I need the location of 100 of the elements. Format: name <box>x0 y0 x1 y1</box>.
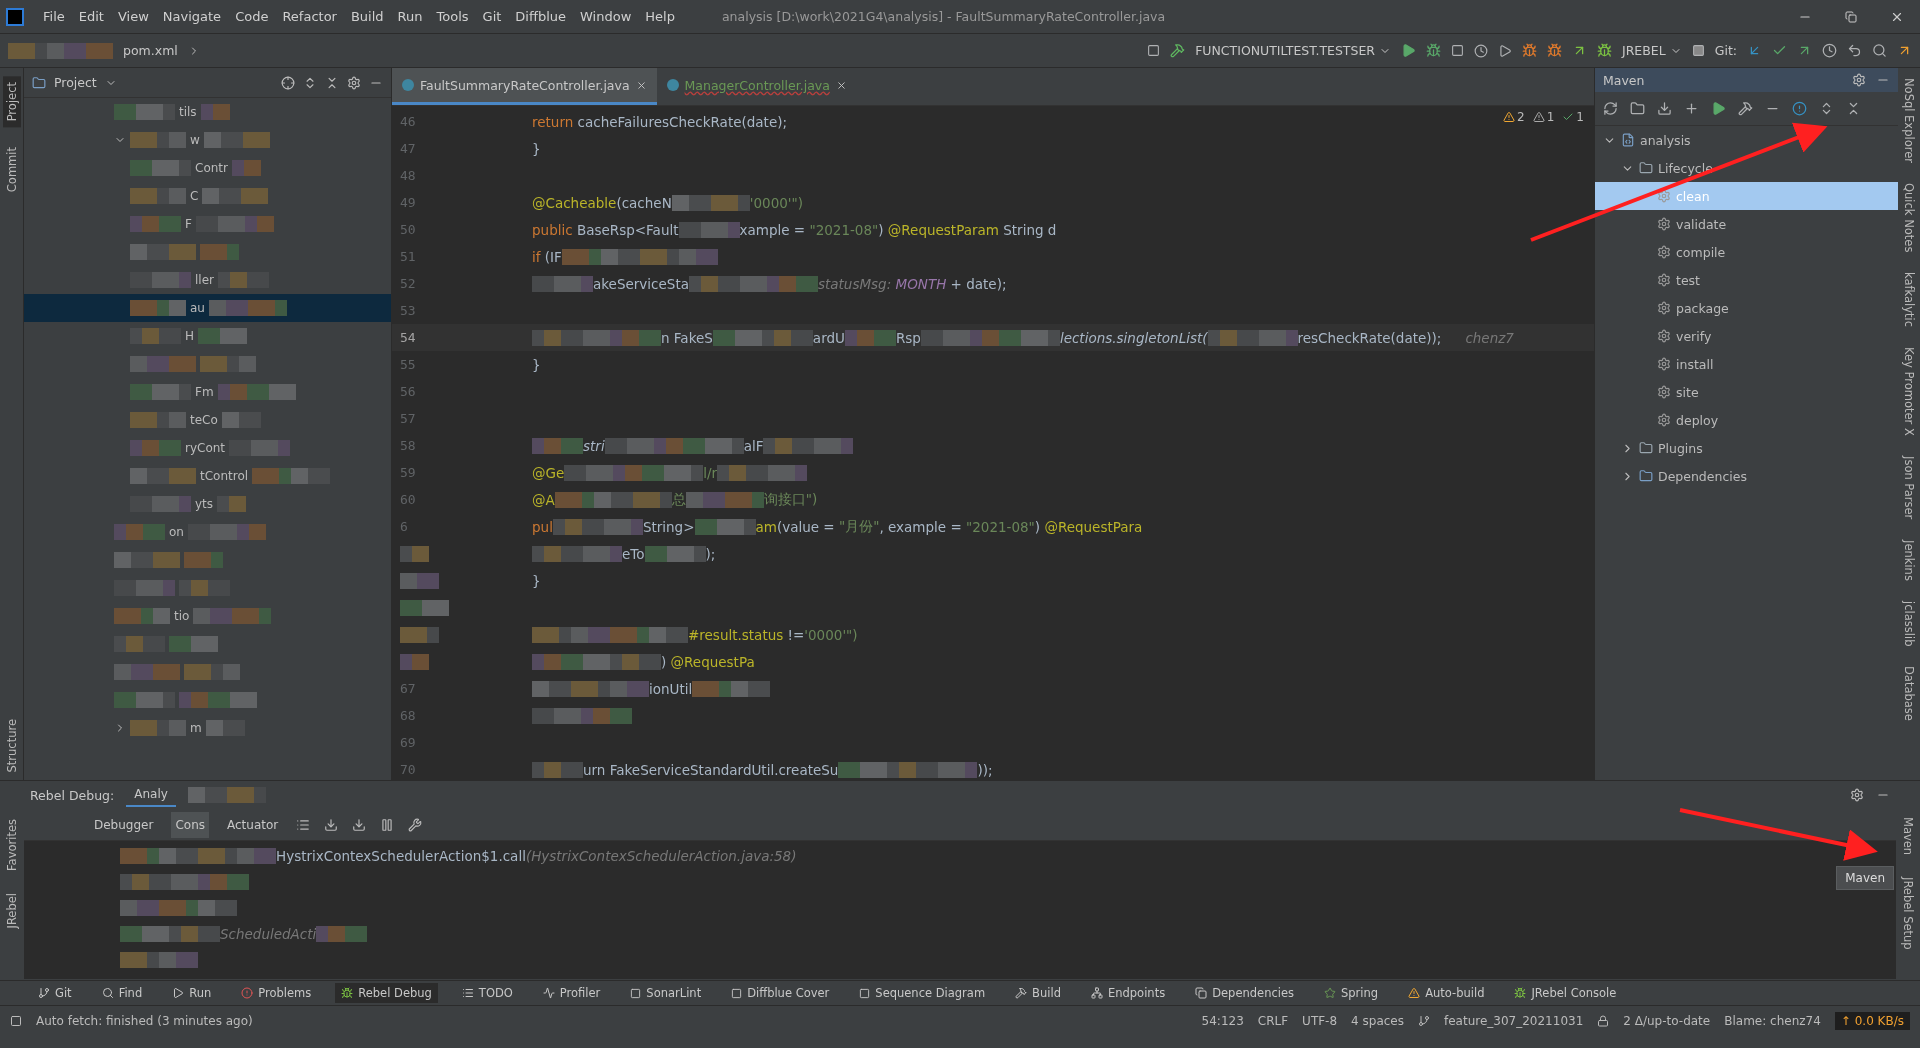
debugger-tab[interactable]: Actuator <box>223 811 283 838</box>
maven-tree-row[interactable]: verify <box>1595 322 1898 350</box>
bug-icon[interactable] <box>1547 43 1562 58</box>
menu-item[interactable]: Git <box>475 9 509 24</box>
folder-icon[interactable] <box>1630 101 1645 116</box>
tool-tab[interactable]: TODO <box>455 983 519 1003</box>
file-encoding[interactable]: UTF-8 <box>1302 1013 1338 1028</box>
settings-icon[interactable] <box>1852 73 1866 87</box>
maven-tree-row[interactable]: test <box>1595 266 1898 294</box>
tree-row[interactable]: au <box>24 294 391 322</box>
weak-warning-count[interactable]: 1 <box>1532 110 1555 124</box>
tree-row[interactable]: tio <box>24 602 391 630</box>
blame-info[interactable]: Blame: chenz74 <box>1724 1013 1821 1028</box>
debug-icon[interactable] <box>1426 43 1441 58</box>
maven-tree-row[interactable]: Plugins <box>1595 434 1898 462</box>
hammer-icon[interactable] <box>1738 101 1753 116</box>
tool-tab[interactable]: Spring <box>1318 983 1385 1003</box>
tool-tab[interactable]: Endpoints <box>1084 983 1172 1003</box>
maven-tree-row[interactable]: compile <box>1595 238 1898 266</box>
tool-window-tab[interactable]: JRebel Setup <box>1899 873 1917 954</box>
ok-count[interactable]: 1 <box>1562 110 1584 124</box>
line-ending[interactable]: CRLF <box>1257 1013 1289 1028</box>
tree-row[interactable]: F <box>24 210 391 238</box>
tool-tab[interactable]: Profiler <box>536 983 607 1003</box>
search-icon[interactable] <box>1872 43 1887 58</box>
panel-title[interactable]: Project <box>54 75 97 90</box>
maven-tree-row[interactable]: analysis <box>1595 126 1898 154</box>
tool-tab[interactable]: Problems <box>235 983 318 1003</box>
menu-item[interactable]: Run <box>390 9 430 24</box>
tool-tab[interactable]: Auto-build <box>1402 983 1491 1003</box>
tree-row[interactable]: H <box>24 322 391 350</box>
session-tab[interactable]: Analy <box>126 783 176 807</box>
editor-tab[interactable]: ManagerController.java <box>656 68 857 105</box>
tool-tab[interactable]: Git <box>32 983 78 1003</box>
maven-tree-row[interactable]: install <box>1595 350 1898 378</box>
pause-icon[interactable] <box>380 817 395 832</box>
warning-count[interactable]: 2 <box>1503 110 1525 124</box>
menu-item[interactable]: Diffblue <box>508 9 574 24</box>
collapse-all-icon[interactable] <box>325 75 339 90</box>
tree-row[interactable]: w <box>24 126 391 154</box>
maven-tree-row[interactable]: validate <box>1595 210 1898 238</box>
tree-row[interactable]: on <box>24 518 391 546</box>
maven-tree-row[interactable]: deploy <box>1595 406 1898 434</box>
debugger-tab[interactable]: Cons <box>171 811 209 838</box>
tool-tab[interactable]: Sequence Diagram <box>853 983 992 1003</box>
menu-item[interactable]: View <box>110 9 156 24</box>
tool-window-tab[interactable]: Key Promoter X <box>1900 343 1918 441</box>
tool-window-tab[interactable]: NoSql Explorer <box>1900 74 1918 167</box>
maven-tree-row[interactable]: package <box>1595 294 1898 322</box>
run-icon[interactable] <box>1711 101 1726 116</box>
run-config-dropdown[interactable]: FUNCTIONUTILTEST.TESTSER <box>1195 43 1391 58</box>
tool-tab[interactable]: Run <box>166 983 218 1003</box>
menu-item[interactable]: Refactor <box>275 9 344 24</box>
tree-row[interactable]: yts <box>24 490 391 518</box>
tree-row[interactable]: Contr <box>24 154 391 182</box>
menu-item[interactable]: Tools <box>429 9 476 24</box>
tool-tab[interactable]: Dependencies <box>1189 983 1300 1003</box>
tool-window-tab[interactable]: JRebel <box>3 886 21 935</box>
undo-icon[interactable] <box>1847 43 1862 58</box>
tool-window-tab[interactable]: Commit <box>2 141 21 199</box>
tool-tab[interactable]: JRebel Console <box>1508 983 1623 1003</box>
tree-row[interactable]: ller <box>24 266 391 294</box>
tree-row[interactable]: m <box>24 714 391 742</box>
hammer-icon[interactable] <box>1170 43 1186 58</box>
reload-icon[interactable] <box>1603 101 1618 116</box>
breadcrumb-item[interactable]: pom.xml <box>123 43 178 58</box>
tool-window-tab[interactable]: Jenkins <box>1900 535 1918 585</box>
run-icon[interactable] <box>1498 43 1512 58</box>
tree-row[interactable]: ryCont <box>24 434 391 462</box>
tool-window-tab[interactable]: Database <box>1900 662 1918 725</box>
download-icon[interactable] <box>1657 101 1672 116</box>
tool-window-tab[interactable]: Project <box>2 76 21 128</box>
indent-setting[interactable]: 4 spaces <box>1351 1013 1404 1028</box>
wrench-icon[interactable] <box>408 817 423 832</box>
tree-row[interactable]: teCo <box>24 406 391 434</box>
settings-icon[interactable] <box>347 75 361 90</box>
menu-item[interactable]: Navigate <box>155 9 229 24</box>
tool-tab[interactable]: SonarLint <box>624 983 708 1003</box>
tree-row[interactable]: C <box>24 182 391 210</box>
git-branch[interactable]: feature_307_20211031 <box>1444 1013 1584 1028</box>
settings-icon[interactable] <box>1850 788 1864 802</box>
debugger-tab[interactable]: Debugger <box>90 811 158 838</box>
step-over-icon[interactable] <box>324 817 339 832</box>
add-icon[interactable] <box>1684 101 1699 116</box>
editor-tab[interactable]: FaultSummaryRateController.java <box>392 68 657 105</box>
history-icon[interactable] <box>1822 43 1837 58</box>
profile-icon[interactable] <box>1474 43 1488 58</box>
menu-item[interactable]: Code <box>228 9 276 24</box>
menu-item[interactable]: File <box>36 9 72 24</box>
close-icon[interactable] <box>835 79 847 91</box>
tool-window-tab[interactable]: jclasslib <box>1900 596 1918 650</box>
tool-tab[interactable]: Find <box>95 983 149 1003</box>
menu-item[interactable]: Build <box>343 9 391 24</box>
tool-tab[interactable]: Rebel Debug <box>335 983 438 1003</box>
cursor-position[interactable]: 54:123 <box>1201 1013 1244 1028</box>
locate-icon[interactable] <box>281 75 295 90</box>
run-icon[interactable] <box>1401 43 1416 58</box>
bug-icon[interactable] <box>1597 43 1612 58</box>
menu-icon[interactable] <box>296 817 311 832</box>
menu-item[interactable]: Window <box>573 9 639 24</box>
